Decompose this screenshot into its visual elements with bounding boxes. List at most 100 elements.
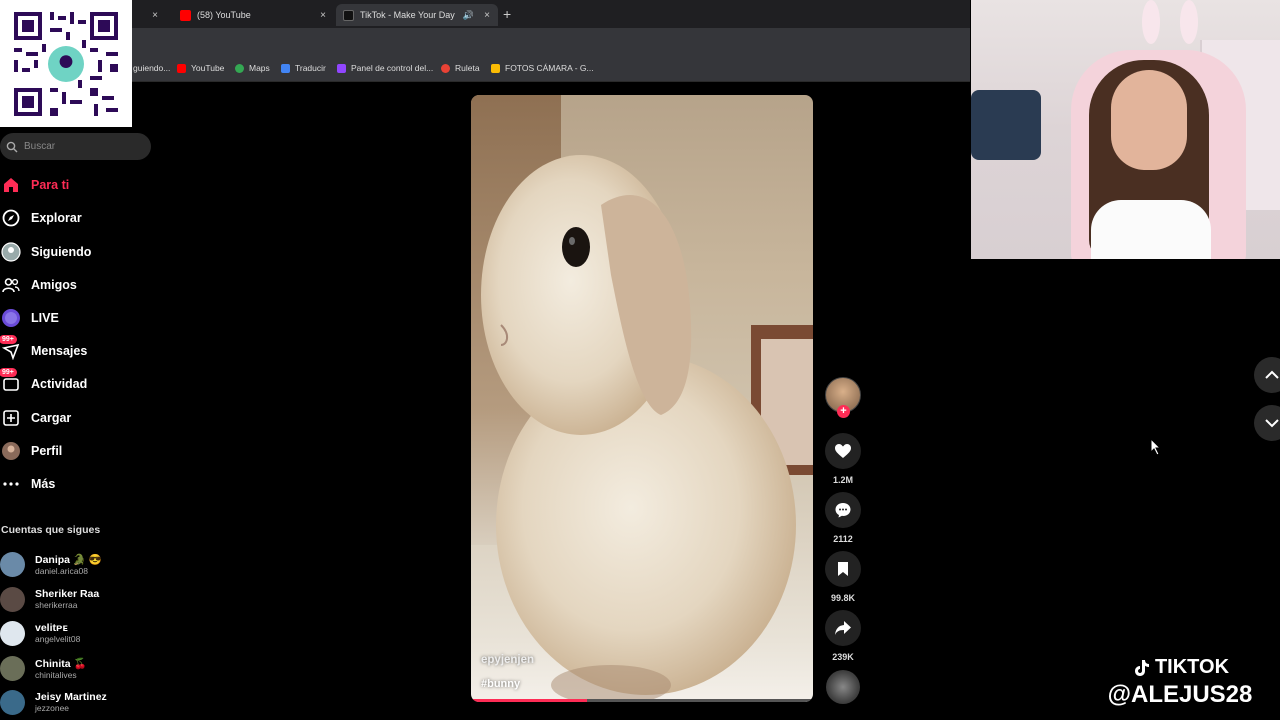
nav-label: Explorar [31, 211, 82, 225]
like-action[interactable]: 1.2M [825, 433, 861, 485]
bookmark-label: Traducir [295, 63, 326, 73]
next-video-button[interactable] [1254, 405, 1280, 441]
qr-code-icon [10, 7, 122, 120]
share-count: 239K [832, 652, 854, 662]
bunny-image [481, 155, 796, 702]
mouse-cursor-icon [1150, 438, 1162, 456]
youtube-icon [180, 9, 191, 21]
nav-label: Actividad [31, 377, 88, 391]
webcam-person [1091, 200, 1211, 259]
video-progress-bar[interactable] [471, 699, 813, 702]
chevron-up-icon [1265, 370, 1279, 379]
comment-action[interactable]: 2112 [825, 492, 861, 544]
bookmark-panel[interactable]: Panel de control del... [337, 63, 433, 73]
video-player[interactable]: epyjenjen #bunny [471, 95, 813, 702]
audio-icon[interactable]: 🔊 [463, 10, 474, 21]
previous-video-button[interactable] [1254, 357, 1280, 393]
bunny-ears [1142, 0, 1198, 44]
tiktok-icon [343, 9, 354, 21]
following-account[interactable]: Danipa 🐊 😎 daniel.arica08 [0, 549, 102, 579]
tab-previous[interactable]: × [140, 4, 166, 26]
bookmark-maps[interactable]: Maps [235, 63, 270, 73]
stream-branding: TIKTOK @ALEJUS28 [1080, 656, 1280, 709]
bookmark-traducir[interactable]: Traducir [281, 63, 326, 73]
nav-label: Más [31, 477, 56, 491]
nav-explorar[interactable]: Explorar [0, 206, 82, 230]
profile-icon [0, 440, 22, 462]
tab-close-icon[interactable]: × [484, 10, 490, 21]
tab-youtube[interactable]: (58) YouTube × [174, 4, 334, 26]
video-author[interactable]: epyjenjen [481, 654, 534, 666]
roulette-icon [441, 63, 450, 73]
compass-icon [0, 207, 22, 229]
nav-label: Mensajes [31, 344, 88, 358]
new-tab-button[interactable]: + [503, 6, 511, 22]
account-name: Danipa 🐊 😎 [35, 553, 102, 566]
nav-siguiendo[interactable]: Siguiendo [0, 240, 91, 264]
account-name: Sheriker Raa [35, 588, 100, 600]
webcam-overlay [971, 0, 1280, 259]
search-placeholder: Buscar [24, 141, 56, 152]
bookmark-label: Ruleta [455, 63, 480, 73]
nav-para-ti[interactable]: Para ti [0, 173, 69, 197]
avatar [0, 620, 25, 646]
avatar [0, 551, 25, 577]
video-hashtag[interactable]: #bunny [481, 678, 520, 690]
live-icon [0, 307, 22, 329]
account-handle: sherikerraa [35, 600, 78, 610]
tab-close-icon[interactable]: × [152, 10, 158, 21]
nav-cargar[interactable]: Cargar [0, 406, 71, 430]
comment-button[interactable] [825, 492, 861, 528]
address-bar[interactable] [0, 28, 970, 56]
nav-label: Para ti [31, 178, 70, 192]
translate-icon [281, 63, 290, 73]
account-name: Chinita 🍒 [35, 657, 87, 670]
tab-tiktok[interactable]: TikTok - Make Your Day 🔊 × [336, 4, 498, 26]
following-account[interactable]: velitᴘᴇ angelvelit08 [0, 618, 80, 648]
more-icon [0, 473, 22, 495]
nav-live[interactable]: LIVE [0, 306, 59, 330]
bookmark-ruleta[interactable]: Ruleta [441, 63, 480, 73]
search-icon [6, 141, 18, 152]
save-action[interactable]: 99.8K [825, 551, 861, 603]
bookmark-label: FOTOS CÁMARA - G... [505, 63, 594, 73]
following-account[interactable]: Sheriker Raa sherikerraa [0, 584, 99, 614]
search-input[interactable]: Buscar [0, 133, 151, 160]
nav-mensajes[interactable]: 99+ Mensajes [0, 335, 88, 363]
bookmark-siguiendo[interactable]: guiendo... [133, 63, 170, 73]
bookmark-label: YouTube [191, 63, 225, 73]
comment-icon [835, 503, 851, 518]
brand-handle: @ALEJUS28 [1107, 681, 1253, 708]
nav-actividad[interactable]: 99+ Actividad [0, 368, 88, 396]
bookmark-youtube[interactable]: YouTube [177, 63, 224, 73]
screen: × (58) YouTube × TikTok - Make Your Day … [0, 0, 1280, 720]
bookmark-fotos[interactable]: FOTOS CÁMARA - G... [491, 63, 594, 73]
save-button[interactable] [825, 551, 861, 587]
following-account[interactable]: Chinita 🍒 chinitalives [0, 653, 87, 683]
nav-perfil[interactable]: Perfil [0, 439, 62, 463]
messages-icon: 99+ [0, 335, 22, 362]
share-action[interactable]: 239K [825, 610, 861, 662]
bookmark-label: Panel de control del... [351, 63, 434, 73]
bookmarks-bar: guiendo... YouTube Maps Traducir Panel d… [0, 56, 970, 82]
nav-label: Perfil [31, 444, 63, 458]
friends-icon [0, 274, 22, 296]
tab-close-icon[interactable]: × [320, 10, 326, 21]
webcam-background [971, 90, 1041, 160]
account-handle: jezzonee [35, 703, 70, 713]
share-button[interactable] [825, 610, 861, 646]
nav-mas[interactable]: Más [0, 472, 55, 496]
bookmark-icon [838, 562, 848, 576]
brand-label: TIKTOK [1154, 656, 1230, 678]
tiktok-icon [1134, 659, 1149, 676]
browser-tab-bar: × (58) YouTube × TikTok - Make Your Day … [0, 0, 970, 28]
nav-amigos[interactable]: Amigos [0, 273, 77, 297]
account-handle: daniel.arica08 [35, 565, 88, 576]
following-account[interactable]: Jeisy Martinez jezzonee [0, 687, 107, 717]
tab-title: (58) YouTube [197, 10, 251, 20]
following-section-title: Cuentas que sigues [1, 524, 101, 536]
like-button[interactable] [825, 433, 861, 469]
music-disc-icon[interactable] [826, 670, 860, 704]
heart-icon [835, 444, 851, 458]
follow-plus-button[interactable]: + [837, 405, 850, 418]
